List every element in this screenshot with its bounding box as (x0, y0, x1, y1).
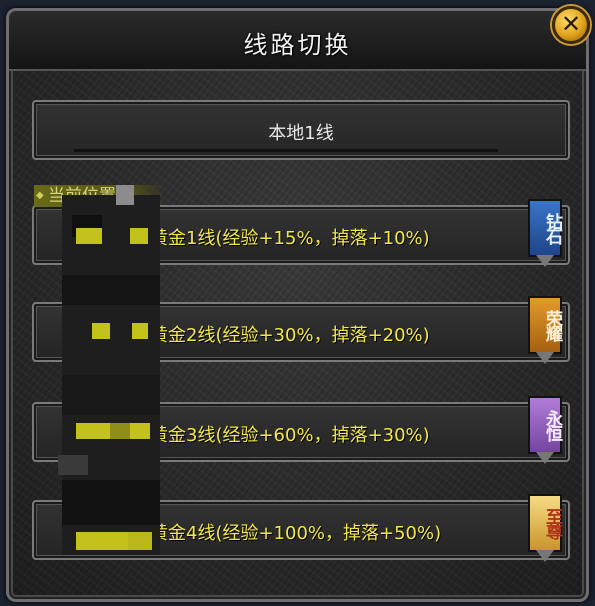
panel-title: 线路切换 (243, 31, 352, 59)
line-label: 本地1线 (268, 123, 334, 144)
title-bar: 线路切换 (9, 11, 586, 71)
line-label: 黄金1线(经验+15%，掉落+10%) (150, 228, 430, 249)
tier-badge-diamond: 钻石 (528, 199, 562, 269)
badge-text: 永恒 (542, 410, 562, 440)
tier-badge-supreme: 至尊 (528, 494, 562, 564)
line-button-local-1[interactable]: 本地1线 (32, 100, 570, 160)
badge-text: 钻石 (542, 213, 562, 243)
tier-badge-glory: 荣耀 (528, 296, 562, 366)
line-label: 黄金3线(经验+60%，掉落+30%) (150, 425, 430, 446)
tier-badge-eternal: 永恒 (528, 396, 562, 466)
line-label: 黄金4线(经验+100%，掉落+50%) (150, 523, 442, 544)
divider (74, 149, 498, 152)
badge-text: 至尊 (542, 508, 562, 538)
line-label: 黄金2线(经验+30%，掉落+20%) (150, 325, 430, 346)
badge-text: 荣耀 (542, 310, 562, 340)
close-button[interactable]: ✕ (552, 6, 590, 44)
close-icon: ✕ (560, 10, 582, 38)
pixelated-mosaic (58, 180, 160, 560)
